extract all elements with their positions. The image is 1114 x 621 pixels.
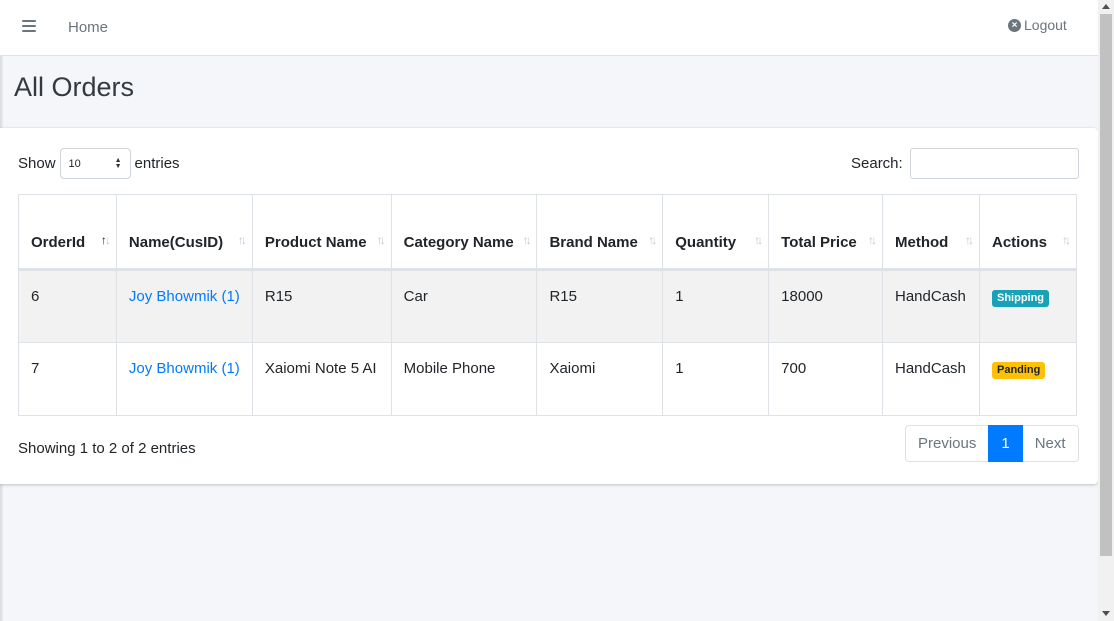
column-header-label: Quantity (675, 234, 737, 251)
entries-select[interactable]: 10 ▲ ▼ (59, 148, 131, 179)
table-row: 7 Joy Bhowmik (1) Xaiomi Note 5 AI Mobil… (18, 342, 1078, 416)
previous-button[interactable]: Previous (905, 425, 989, 462)
entries-select-value: 10 (68, 157, 81, 170)
sort-arrows-icon: ↑↓ (868, 233, 877, 247)
cell-product: Xaiomi Note 5 AI (251, 342, 392, 416)
sort-arrows-icon: ↑↓ (964, 233, 974, 247)
sort-arrows-icon: ↑↓ (754, 233, 763, 247)
orders-card: Show 10 ▲ ▼ entries Search: OrderId ↑ ↓ Na… (0, 128, 1098, 484)
select-arrows-icon: ▲ ▼ (114, 156, 122, 170)
cell-method: HandCash (882, 342, 980, 416)
cell-total: 700 (768, 342, 883, 416)
column-header-label: Name(CusID) (128, 234, 224, 251)
cell-actions: Shipping (978, 269, 1078, 343)
logout-label: Logout (1024, 17, 1067, 33)
cell-customer: Joy Bhowmik (1) (115, 269, 253, 343)
column-header-quantity[interactable]: Quantity ↑↓ (662, 194, 770, 271)
nav-home-link[interactable]: Home (68, 19, 108, 36)
table-row: 6 Joy Bhowmik (1) R15 Car R15 1 18000 Ha… (18, 269, 1078, 343)
sort-asc-icon: ↑ (100, 233, 107, 247)
show-label: Show (18, 155, 56, 172)
entries-length-control: Show 10 ▲ ▼ entries (18, 148, 180, 179)
column-header-label: Total Price (781, 234, 857, 251)
column-header-category[interactable]: Category Name ↑↓ (390, 194, 538, 271)
page-1-button[interactable]: 1 (988, 425, 1023, 462)
customer-link[interactable]: Joy Bhowmik (1) (129, 288, 240, 305)
sort-arrows-icon: ↑↓ (648, 233, 657, 247)
cell-quantity: 1 (662, 269, 770, 343)
column-header-label: Actions (991, 234, 1047, 251)
table-header-row: OrderId ↑ ↓ Name(CusID) ↑↓ Product Name ↑… (18, 194, 1078, 271)
sort-arrows-icon: ↑↓ (1062, 233, 1071, 247)
hamburger-icon[interactable] (22, 20, 36, 34)
cell-brand: Xaiomi (536, 342, 664, 416)
cell-category: Mobile Phone (390, 342, 538, 416)
column-header-total[interactable]: Total Price ↑↓ (768, 194, 883, 271)
column-header-label: OrderId (31, 234, 86, 251)
column-header-product[interactable]: Product Name ↑↓ (251, 194, 392, 271)
cell-method: HandCash (882, 269, 980, 343)
cell-order-id: 7 (18, 342, 117, 416)
top-navbar: Home × Logout (0, 0, 1098, 56)
orders-table: OrderId ↑ ↓ Name(CusID) ↑↓ Product Name ↑… (18, 194, 1078, 416)
cell-brand: R15 (536, 269, 664, 343)
column-header-brand[interactable]: Brand Name ↑↓ (536, 194, 664, 271)
scroll-thumb[interactable] (1100, 14, 1112, 556)
column-header-name[interactable]: Name(CusID) ↑↓ (115, 194, 253, 271)
cell-customer: Joy Bhowmik (1) (115, 342, 253, 416)
sort-arrows-icon: ↑↓ (522, 233, 531, 247)
cell-product: R15 (251, 269, 392, 343)
sort-arrows-icon: ↓ (104, 233, 111, 247)
column-header-label: Category Name (403, 234, 514, 251)
times-circle-icon: × (1008, 18, 1021, 32)
customer-link[interactable]: Joy Bhowmik (1) (129, 360, 240, 377)
column-header-label: Brand Name (549, 234, 638, 251)
cell-order-id: 6 (18, 269, 117, 343)
column-header-label: Method (895, 234, 949, 251)
cell-quantity: 1 (662, 342, 770, 416)
pagination: Previous 1 Next (905, 425, 1079, 462)
logout-link[interactable]: × Logout (1008, 17, 1067, 33)
status-badge[interactable]: Shipping (991, 290, 1050, 307)
search-label: Search: (851, 155, 903, 172)
sort-arrows-icon: ↑↓ (376, 233, 386, 247)
scroll-down-icon[interactable] (1102, 611, 1110, 616)
cell-actions: Panding (978, 342, 1078, 416)
scroll-up-icon[interactable] (1102, 4, 1110, 9)
column-header-actions[interactable]: Actions ↑↓ (978, 194, 1078, 271)
cell-total: 18000 (768, 269, 883, 343)
column-header-label: Product Name (264, 234, 367, 251)
page-title: All Orders (14, 72, 135, 102)
entries-label: entries (134, 155, 180, 172)
status-badge[interactable]: Panding (991, 362, 1046, 379)
search-input[interactable] (909, 148, 1079, 179)
sort-arrows-icon: ↑↓ (237, 233, 247, 247)
next-button[interactable]: Next (1022, 425, 1079, 462)
cell-category: Car (390, 269, 538, 343)
table-info: Showing 1 to 2 of 2 entries (18, 440, 196, 457)
table-search: Search: (851, 148, 1079, 179)
column-header-orderid[interactable]: OrderId ↑ ↓ (18, 194, 117, 271)
page-scrollbar[interactable] (1098, 0, 1114, 621)
column-header-method[interactable]: Method ↑↓ (882, 194, 980, 271)
